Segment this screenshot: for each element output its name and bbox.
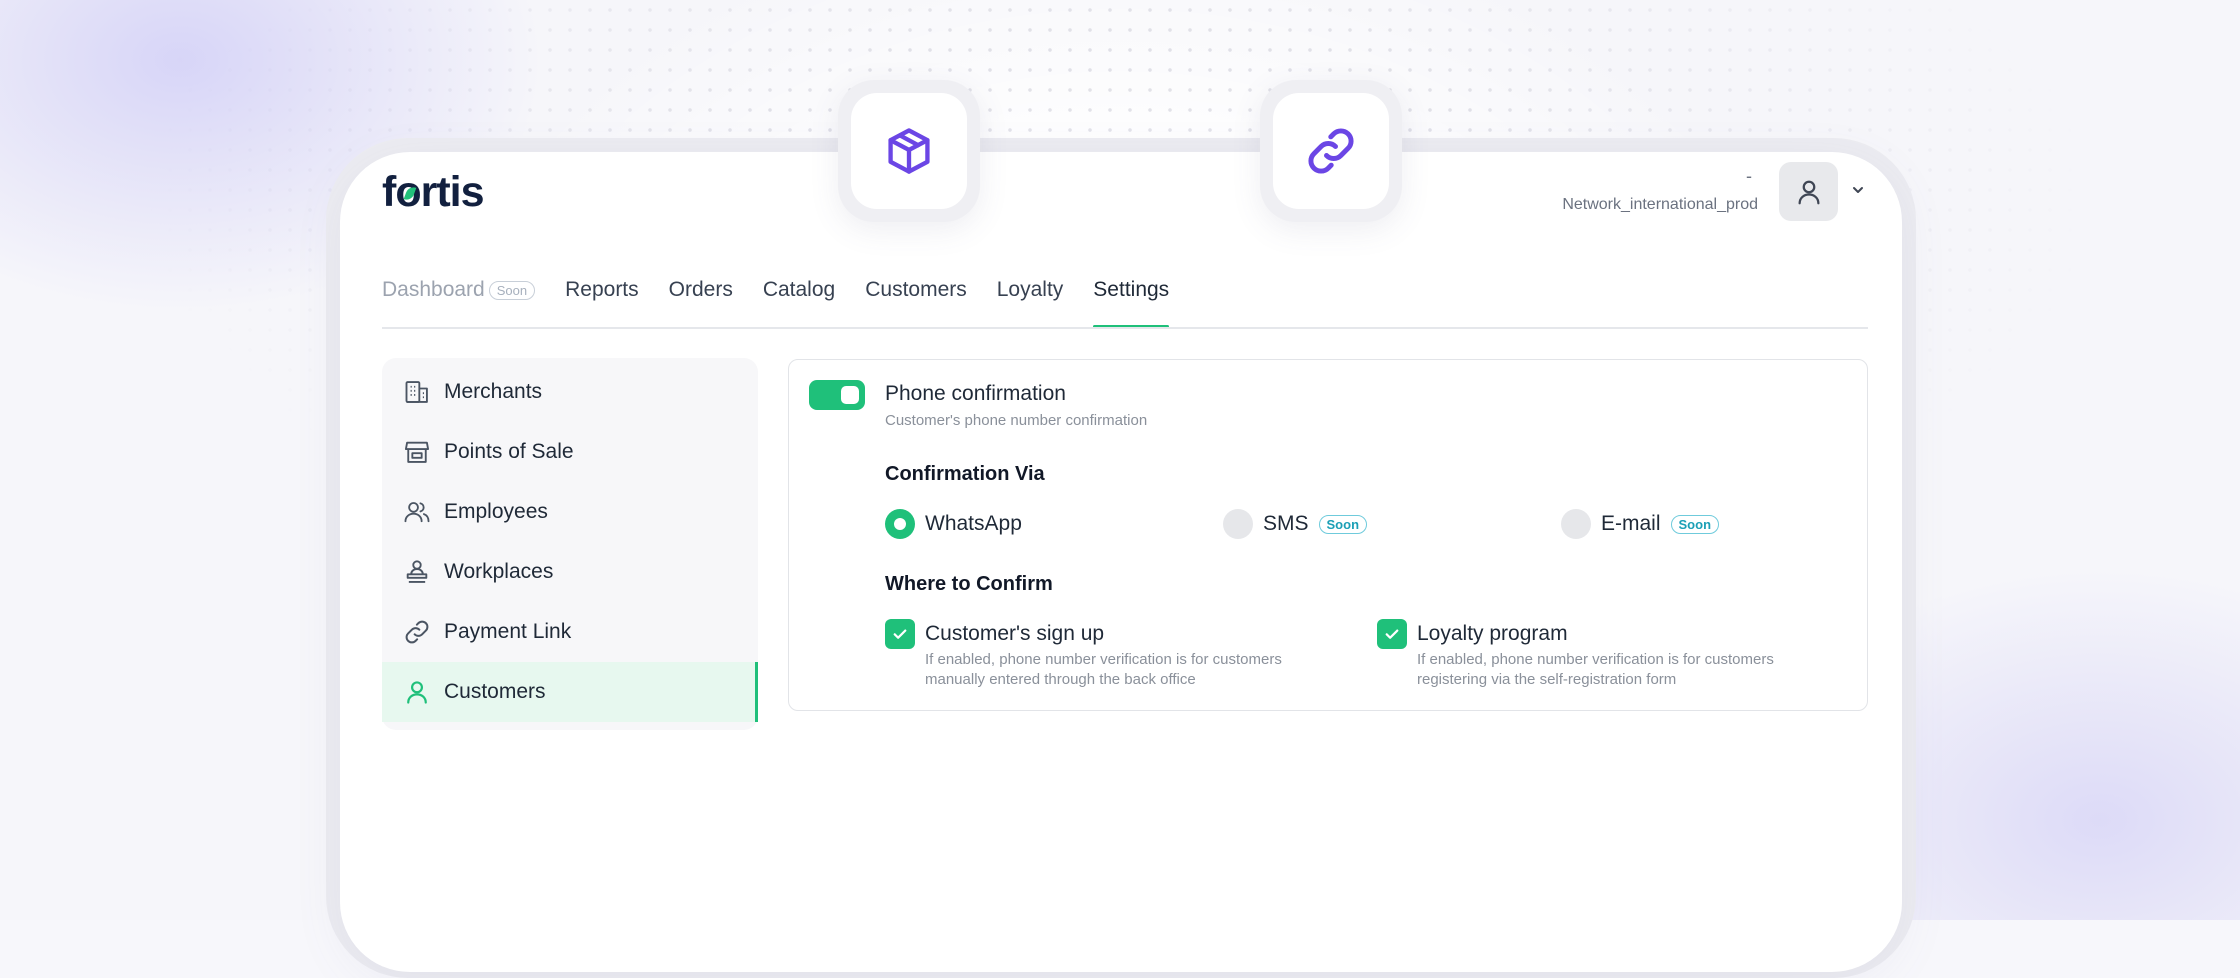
floating-link-tile (1260, 80, 1402, 222)
sidebar-item-label: Merchants (444, 380, 543, 403)
fortis-logo[interactable]: fortis (382, 168, 485, 217)
radio-whatsapp[interactable]: WhatsApp (885, 509, 1022, 539)
tab-loyalty[interactable]: Loyalty (997, 278, 1064, 328)
store-icon (402, 437, 432, 467)
tab-dashboard[interactable]: Dashboard Soon (382, 278, 536, 328)
tab-label: Dashboard (382, 278, 485, 301)
sidebar-item-payment-link[interactable]: Payment Link (382, 602, 758, 662)
tab-orders[interactable]: Orders (669, 278, 733, 328)
tab-settings[interactable]: Settings (1093, 278, 1169, 328)
tab-catalog[interactable]: Catalog (763, 278, 835, 328)
sidebar-item-points-of-sale[interactable]: Points of Sale (382, 422, 758, 482)
workplace-icon (402, 557, 432, 587)
sidebar-item-merchants[interactable]: Merchants (382, 362, 758, 422)
building-icon (402, 377, 432, 407)
sidebar-item-customers[interactable]: Customers (382, 662, 758, 722)
tab-label: Settings (1093, 278, 1170, 301)
phone-confirmation-toggle[interactable] (809, 380, 865, 410)
panel-subtitle: Customer's phone number confirmation (885, 412, 1148, 429)
sidebar-item-workplaces[interactable]: Workplaces (382, 542, 758, 602)
tab-reports[interactable]: Reports (565, 278, 639, 328)
radio-indicator (885, 509, 915, 539)
radio-sms[interactable]: SMS Soon (1223, 509, 1368, 539)
user-icon (1798, 180, 1819, 204)
main-tabs: Dashboard Soon Reports Orders Catalog Cu… (382, 278, 1199, 328)
radio-label: E-mail (1601, 512, 1661, 535)
radio-indicator (1561, 509, 1591, 539)
floating-box-tile (838, 80, 980, 222)
phone-confirmation-panel: Phone confirmation Customer's phone numb… (788, 359, 1868, 711)
box-icon (888, 128, 930, 174)
tab-label: Loyalty (996, 278, 1064, 301)
tabs-divider (382, 327, 1868, 329)
tab-label: Catalog (762, 278, 836, 301)
logo-text-end: rtis (420, 168, 485, 216)
radio-label: WhatsApp (925, 512, 1022, 535)
toggle-knob (841, 386, 859, 404)
logo-o: o (395, 168, 421, 217)
sidebar-item-label: Employees (444, 500, 548, 523)
sidebar-item-employees[interactable]: Employees (382, 482, 758, 542)
tab-label: Orders (668, 278, 733, 301)
sidebar-item-label: Points of Sale (444, 440, 574, 463)
radio-email[interactable]: E-mail Soon (1561, 509, 1720, 539)
checkbox-label: Loyalty program (1417, 622, 1568, 645)
link-icon (402, 617, 432, 647)
checkbox-label: Customer's sign up (925, 622, 1105, 645)
tab-label: Reports (565, 278, 639, 301)
tab-label: Customers (865, 278, 967, 301)
tab-customers[interactable]: Customers (865, 278, 967, 328)
panel-title: Phone confirmation (885, 382, 1066, 405)
checkbox-loyalty-program[interactable] (1377, 619, 1407, 649)
logo-text: f (382, 168, 396, 216)
radio-indicator (1223, 509, 1253, 539)
soon-badge: Soon (1670, 514, 1720, 534)
checkbox-description: If enabled, phone number verification is… (925, 651, 1282, 688)
soon-badge: Soon (1318, 514, 1368, 534)
user-role: - (1746, 166, 1752, 186)
confirmation-via-heading: Confirmation Via (885, 463, 1045, 485)
chevron-down-icon[interactable] (1850, 182, 1866, 198)
checkmark-icon (893, 629, 907, 639)
sidebar-item-label: Customers (444, 680, 546, 703)
link-icon (1308, 128, 1354, 174)
where-to-confirm-heading: Where to Confirm (885, 573, 1053, 595)
avatar-button[interactable] (1779, 162, 1838, 221)
soon-badge: Soon (488, 281, 536, 300)
users-icon (402, 497, 432, 527)
user-icon (402, 677, 432, 707)
checkmark-icon (1385, 629, 1399, 639)
radio-label: SMS (1263, 512, 1309, 535)
sidebar-item-label: Payment Link (444, 620, 572, 643)
user-account-name: Network_international_prod (1562, 196, 1758, 213)
sidebar-item-label: Workplaces (444, 560, 554, 583)
checkbox-description: If enabled, phone number verification is… (1417, 651, 1774, 688)
checkbox-customers-sign-up[interactable] (885, 619, 915, 649)
settings-sidebar: Merchants Points of Sale Employees Workp… (382, 358, 758, 730)
